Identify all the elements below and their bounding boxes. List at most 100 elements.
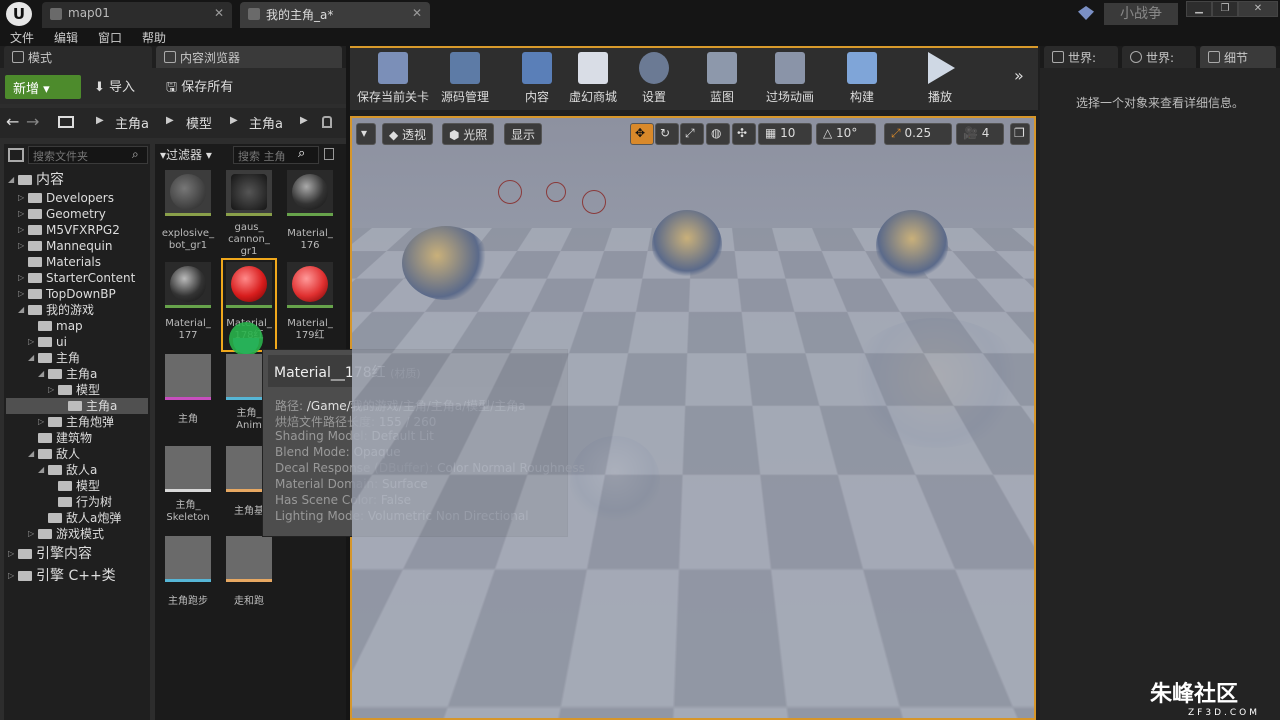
expand-arrow-icon[interactable]: ◢	[28, 353, 34, 362]
tree-folder[interactable]: 引擎 C++类	[18, 568, 116, 584]
tree-folder[interactable]: 敌人	[38, 446, 80, 462]
expand-arrow-icon[interactable]: ▷	[28, 337, 34, 346]
tree-folder[interactable]: 主角炮弹	[48, 414, 114, 430]
tree-folder[interactable]: Developers	[28, 190, 114, 206]
expand-arrow-icon[interactable]: ◢	[38, 465, 44, 474]
search-assets-input[interactable]: 搜索 主角	[233, 146, 319, 164]
drone-actor[interactable]	[546, 182, 566, 202]
tree-folder[interactable]: 模型	[58, 478, 100, 494]
tab-blueprint[interactable]: 我的主角_a* ✕	[240, 2, 430, 28]
tab-map01[interactable]: map01 ✕	[42, 2, 232, 28]
expand-arrow-icon[interactable]: ◢	[38, 369, 44, 378]
tree-folder[interactable]: 敌人a炮弹	[48, 510, 121, 526]
robot-actor[interactable]	[846, 318, 1026, 448]
play-button[interactable]: 播放	[918, 52, 962, 105]
expand-arrow-icon[interactable]: ▷	[18, 225, 24, 234]
asset-thumb[interactable]	[165, 536, 211, 582]
tree-folder[interactable]: Materials	[28, 254, 101, 270]
maximize-button[interactable]: ❐	[1212, 1, 1238, 17]
tab-content-browser[interactable]: 内容浏览器	[156, 46, 342, 68]
lit-button[interactable]: ⬢ 光照	[442, 123, 495, 145]
perspective-button[interactable]: ◆ 透视	[382, 123, 434, 145]
tree-folder[interactable]: 模型	[58, 382, 100, 398]
rotate-tool-icon[interactable]: ↻	[655, 123, 679, 145]
tree-folder[interactable]: Geometry	[28, 206, 106, 222]
tab-world-outliner[interactable]: 世界:	[1044, 46, 1118, 68]
menu-window[interactable]: 窗口	[98, 29, 122, 46]
tree-folder[interactable]: 引擎内容	[18, 546, 92, 562]
tree-folder[interactable]: TopDownBP	[28, 286, 116, 302]
tree-folder[interactable]: ui	[38, 334, 67, 350]
expand-arrow-icon[interactable]: ▷	[18, 193, 24, 202]
expand-arrow-icon[interactable]: ◢	[8, 175, 14, 184]
robot-actor[interactable]	[652, 210, 722, 280]
sources-panel-icon[interactable]	[8, 148, 24, 162]
expand-arrow-icon[interactable]: ▷	[28, 529, 34, 538]
breadcrumb-item[interactable]: 主角a	[249, 113, 283, 132]
asset-thumb[interactable]	[165, 446, 211, 492]
import-button[interactable]: ⬇ 导入	[94, 76, 135, 95]
expand-arrow-icon[interactable]: ◢	[18, 305, 24, 314]
grid-snap-button[interactable]: ▦ 10	[758, 123, 812, 145]
search-folders-input[interactable]: 搜索文件夹	[28, 146, 148, 164]
content-button[interactable]: 内容	[514, 52, 560, 105]
asset-thumb[interactable]	[226, 170, 272, 216]
tree-folder[interactable]: 行为树	[58, 494, 112, 510]
add-new-button[interactable]: 新增 ▾	[5, 75, 81, 99]
close-window-button[interactable]: ✕	[1238, 1, 1278, 17]
world-space-icon[interactable]: ◍	[706, 123, 730, 145]
expand-arrow-icon[interactable]: ▷	[18, 241, 24, 250]
expand-arrow-icon[interactable]: ▷	[8, 571, 14, 580]
tree-folder[interactable]: 主角a	[6, 398, 148, 414]
save-search-icon[interactable]	[324, 148, 334, 160]
drone-actor[interactable]	[582, 190, 606, 214]
expand-arrow-icon[interactable]: ▷	[18, 289, 24, 298]
robot-actor[interactable]	[876, 210, 948, 282]
camera-speed-button[interactable]: 🎥 4	[956, 123, 1004, 145]
expand-arrow-icon[interactable]: ▷	[18, 209, 24, 218]
tab-world-settings[interactable]: 世界:	[1122, 46, 1196, 68]
tree-folder[interactable]: 主角a	[48, 366, 97, 382]
asset-thumb[interactable]	[165, 262, 211, 308]
menu-help[interactable]: 帮助	[142, 29, 166, 46]
blueprints-button[interactable]: 蓝图	[702, 52, 742, 105]
asset-thumb[interactable]	[287, 262, 333, 308]
viewport-options-button[interactable]: ▾	[356, 123, 376, 145]
player-character-actor[interactable]	[570, 436, 660, 526]
back-arrow-icon[interactable]: ←	[6, 112, 19, 131]
asset-thumb[interactable]	[226, 536, 272, 582]
tab-modes[interactable]: 模式	[4, 46, 152, 68]
settings-button[interactable]: 设置	[634, 52, 674, 105]
translate-tool-icon[interactable]: ✥	[630, 123, 654, 145]
maximize-viewport-icon[interactable]: ❐	[1010, 123, 1030, 145]
tree-folder[interactable]: 内容	[18, 172, 64, 188]
tree-folder[interactable]: 游戏模式	[38, 526, 104, 542]
rotation-snap-button[interactable]: △ 10°	[816, 123, 876, 145]
menu-file[interactable]: 文件	[10, 29, 34, 46]
tree-folder[interactable]: 建筑物	[38, 430, 92, 446]
forward-arrow-icon[interactable]: →	[26, 112, 39, 131]
lock-icon[interactable]	[322, 116, 332, 128]
tree-folder[interactable]: 主角	[38, 350, 80, 366]
tree-folder[interactable]: StarterContent	[28, 270, 135, 286]
folder-icon[interactable]	[58, 116, 74, 128]
breadcrumb-item[interactable]: 模型	[186, 113, 212, 132]
scale-snap-button[interactable]: ⤢ 0.25	[884, 123, 952, 145]
tree-folder[interactable]: Mannequin	[28, 238, 112, 254]
close-icon[interactable]: ✕	[412, 6, 422, 20]
build-button[interactable]: 构建	[842, 52, 882, 105]
expand-arrow-icon[interactable]: ▷	[8, 549, 14, 558]
save-all-button[interactable]: 🖫 保存所有	[166, 76, 233, 100]
source-control-button[interactable]: 源码管理	[438, 52, 492, 105]
tree-folder[interactable]: M5VFXRPG2	[28, 222, 120, 238]
surface-snap-icon[interactable]: ✣	[732, 123, 756, 145]
scale-tool-icon[interactable]: ⤢	[680, 123, 704, 145]
save-level-button[interactable]: 保存当前关卡	[356, 52, 430, 105]
asset-thumb[interactable]	[165, 354, 211, 400]
expand-arrow-icon[interactable]: ▷	[38, 417, 44, 426]
show-button[interactable]: 显示	[504, 123, 543, 145]
expand-arrow-icon[interactable]: ◢	[28, 449, 34, 458]
overflow-chevron-icon[interactable]: »	[1014, 66, 1024, 85]
robot-actor[interactable]	[402, 226, 490, 300]
menu-edit[interactable]: 编辑	[54, 29, 78, 46]
